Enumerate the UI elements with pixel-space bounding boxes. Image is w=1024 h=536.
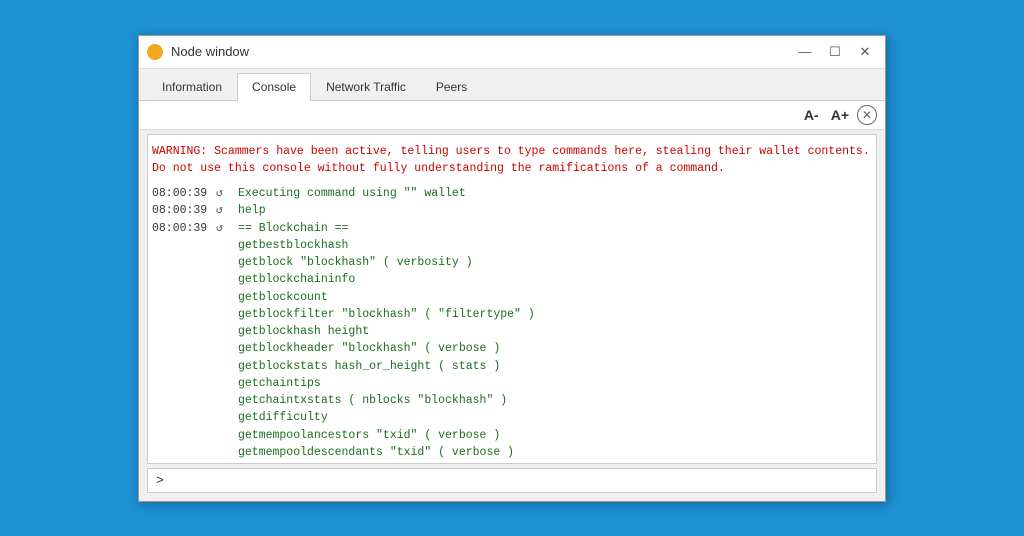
prompt-symbol: > <box>156 473 164 488</box>
console-output[interactable]: WARNING: Scammers have been active, tell… <box>148 135 876 463</box>
title-bar-buttons: — ☐ ✕ <box>793 42 877 62</box>
tab-information[interactable]: Information <box>147 73 237 100</box>
tab-console[interactable]: Console <box>237 73 311 101</box>
log-entry-0: 08:00:39 ↺ Executing command using "" wa… <box>152 185 872 202</box>
tab-network-traffic[interactable]: Network Traffic <box>311 73 421 100</box>
close-button[interactable]: ✕ <box>853 42 877 62</box>
minimize-button[interactable]: — <box>793 42 817 62</box>
console-area: WARNING: Scammers have been active, tell… <box>147 134 877 464</box>
node-window: Node window — ☐ ✕ Information Console Ne… <box>138 35 886 502</box>
console-toolbar: A- A+ ✕ <box>139 101 885 130</box>
warning-message: WARNING: Scammers have been active, tell… <box>152 141 872 186</box>
log-entry-2: 08:00:39 ↺ == Blockchain == getbestblock… <box>152 220 872 463</box>
tab-bar: Information Console Network Traffic Peer… <box>139 69 885 101</box>
font-decrease-button[interactable]: A- <box>800 105 823 125</box>
log-time-0: 08:00:39 <box>152 185 212 202</box>
log-text-2: == Blockchain == getbestblockhash getblo… <box>238 220 535 463</box>
log-text-1: help <box>238 202 266 219</box>
log-time-2: 08:00:39 <box>152 220 212 237</box>
log-time-1: 08:00:39 <box>152 202 212 219</box>
app-icon <box>147 44 163 60</box>
maximize-button[interactable]: ☐ <box>823 42 847 62</box>
console-input[interactable] <box>170 473 868 487</box>
window-title: Node window <box>171 44 793 59</box>
font-increase-button[interactable]: A+ <box>827 105 853 125</box>
refresh-icon-2: ↺ <box>216 220 234 237</box>
console-close-button[interactable]: ✕ <box>857 105 877 125</box>
tab-peers[interactable]: Peers <box>421 73 482 100</box>
refresh-icon-1: ↺ <box>216 202 234 219</box>
refresh-icon-0: ↺ <box>216 185 234 202</box>
log-text-0: Executing command using "" wallet <box>238 185 466 202</box>
title-bar: Node window — ☐ ✕ <box>139 36 885 69</box>
console-input-row: > <box>147 468 877 493</box>
log-entry-1: 08:00:39 ↺ help <box>152 202 872 219</box>
